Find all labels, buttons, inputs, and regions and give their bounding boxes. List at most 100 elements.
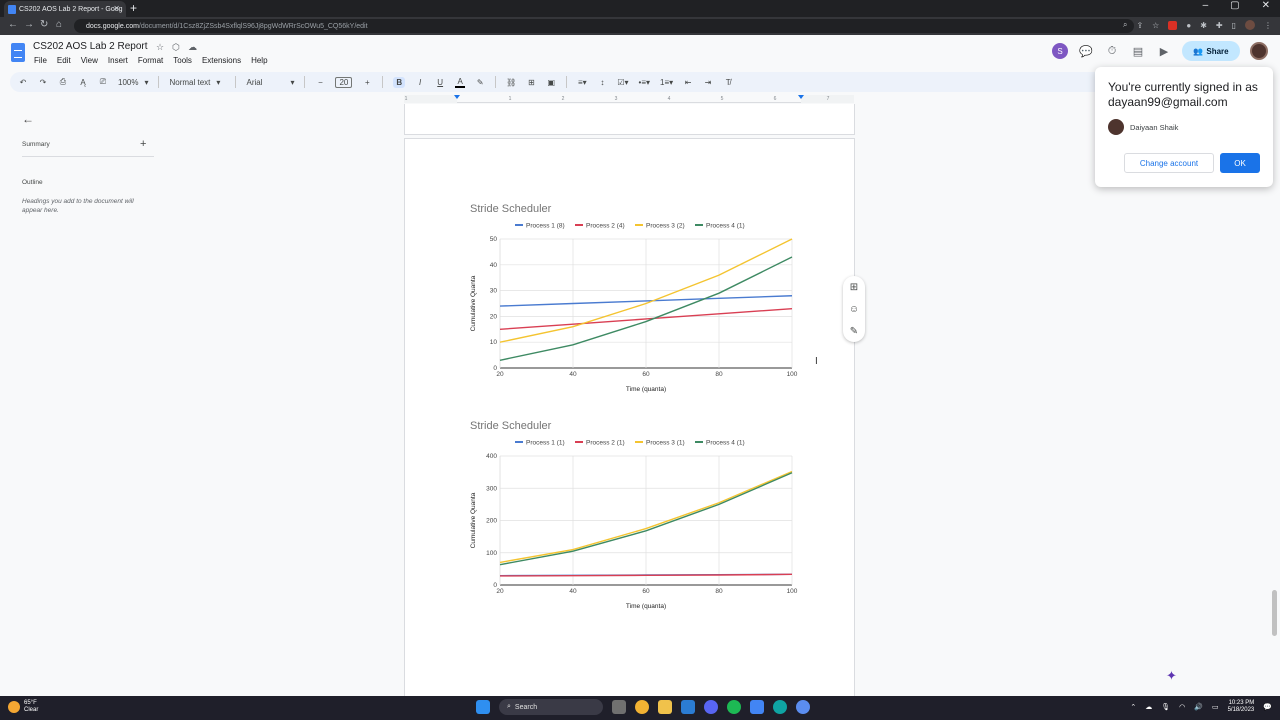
redo-icon[interactable]: ↷ <box>38 78 48 87</box>
collaborator-avatar[interactable]: S <box>1052 43 1068 59</box>
profile-avatar-icon[interactable] <box>1245 20 1255 30</box>
google-docs-icon[interactable] <box>750 700 764 714</box>
move-folder-icon[interactable]: ⬡ <box>172 42 180 53</box>
onedrive-icon[interactable]: ☁ <box>1145 703 1152 711</box>
horizontal-ruler[interactable]: 1 1 2 3 4 5 6 7 <box>404 95 854 103</box>
extensions-puzzle-icon[interactable]: ✚ <box>1216 21 1223 30</box>
menu-view[interactable]: View <box>81 56 98 65</box>
volume-icon[interactable]: 🔊 <box>1194 703 1203 711</box>
zoom-icon[interactable]: ⌕ <box>1123 20 1127 30</box>
windows-start-icon[interactable] <box>476 700 490 714</box>
menu-file[interactable]: File <box>34 56 47 65</box>
stride-chart-1[interactable]: Stride Scheduler Process 1 (8) Process 2 (… <box>464 198 804 398</box>
docs-logo-icon[interactable] <box>11 43 25 62</box>
insert-image-icon[interactable]: ▣ <box>546 78 556 87</box>
menu-edit[interactable]: Edit <box>57 56 71 65</box>
checklist-icon[interactable]: ☑▾ <box>617 78 628 87</box>
spotify-icon[interactable] <box>727 700 741 714</box>
add-comment-icon[interactable]: ⊞ <box>526 78 536 87</box>
explore-icon[interactable]: ✦ <box>1166 668 1184 686</box>
vscode-icon[interactable] <box>681 700 695 714</box>
menu-help[interactable]: Help <box>251 56 267 65</box>
decrease-indent-icon[interactable]: ⇤ <box>683 78 693 87</box>
cloud-saved-icon[interactable]: ☁ <box>188 42 197 53</box>
browser-tab[interactable]: CS202 AOS Lab 2 Report - Goog ✕ <box>4 1 126 17</box>
close-window-icon[interactable]: ✕ <box>1262 0 1270 11</box>
version-history-icon[interactable]: ⏱ <box>1104 43 1120 59</box>
meet-video-icon[interactable]: ▶ <box>1156 43 1172 59</box>
change-account-button[interactable]: Change account <box>1124 153 1214 173</box>
scrollbar-thumb[interactable] <box>1272 590 1277 636</box>
taskbar-search[interactable]: ⌕ Search <box>499 699 603 715</box>
extension-circle-icon[interactable]: ● <box>1186 21 1191 30</box>
clear-formatting-icon[interactable]: T̸ <box>723 78 733 87</box>
italic-button[interactable]: I <box>415 78 425 87</box>
browser-menu-icon[interactable]: ⋮ <box>1264 21 1272 30</box>
address-bar[interactable]: docs.google.com/document/d/1Csz8ZjZSsb4S… <box>74 19 1134 33</box>
menu-tools[interactable]: Tools <box>173 56 192 65</box>
extension-gear-icon[interactable]: ✱ <box>1200 21 1207 30</box>
print-icon[interactable]: ⎙ <box>58 77 68 87</box>
minimize-icon[interactable]: – <box>1203 0 1209 11</box>
increase-indent-icon[interactable]: ⇥ <box>703 78 713 87</box>
menu-insert[interactable]: Insert <box>108 56 128 65</box>
add-comment-icon[interactable]: ⊞ <box>850 282 858 293</box>
style-select[interactable]: Normal text ▾ <box>169 78 225 87</box>
maximize-icon[interactable]: ▢ <box>1230 0 1239 11</box>
sidepanel-icon[interactable]: ▯ <box>1232 21 1236 30</box>
close-tab-icon[interactable]: ✕ <box>113 4 120 13</box>
undo-icon[interactable]: ↶ <box>18 78 28 87</box>
zoom-select[interactable]: 100% ▾ <box>118 78 148 87</box>
decrease-font-size-icon[interactable]: − <box>315 78 325 87</box>
back-icon[interactable]: ← <box>8 19 18 30</box>
discord-icon[interactable] <box>704 700 718 714</box>
home-icon[interactable]: ⌂ <box>56 19 62 30</box>
add-summary-icon[interactable]: + <box>140 138 146 150</box>
account-avatar[interactable] <box>1250 42 1268 60</box>
underline-button[interactable]: U <box>435 78 445 87</box>
highlight-icon[interactable]: ✎ <box>475 78 485 87</box>
menu-format[interactable]: Format <box>138 56 163 65</box>
forward-icon[interactable]: → <box>24 19 34 30</box>
notifications-icon[interactable]: 💬 <box>1263 703 1272 711</box>
app-icon[interactable] <box>796 700 810 714</box>
extension-red-icon[interactable] <box>1168 20 1178 30</box>
battery-icon[interactable]: ▭ <box>1212 703 1219 711</box>
stride-chart-2[interactable]: Stride Scheduler Process 1 (1) Process 2 (… <box>464 415 804 615</box>
wifi-icon[interactable]: ◠ <box>1179 703 1185 711</box>
align-icon[interactable]: ≡▾ <box>577 78 587 87</box>
document-title[interactable]: CS202 AOS Lab 2 Report <box>33 41 148 52</box>
line-spacing-icon[interactable]: ↕ <box>597 78 607 87</box>
ok-button[interactable]: OK <box>1220 153 1260 173</box>
weather-widget[interactable]: 65°F Clear <box>8 700 38 714</box>
comments-icon[interactable]: ▤ <box>1130 43 1146 59</box>
bookmark-star-icon[interactable]: ☆ <box>1152 21 1159 30</box>
chat-icon[interactable]: 💬 <box>1078 43 1094 59</box>
bulleted-list-icon[interactable]: •≡▾ <box>639 78 650 87</box>
new-tab-button[interactable]: + <box>130 1 137 15</box>
edge-icon[interactable] <box>773 700 787 714</box>
add-emoji-reaction-icon[interactable]: ☺ <box>849 304 859 315</box>
chevron-up-icon[interactable]: ⌃ <box>1130 703 1136 711</box>
microphone-icon[interactable]: 🎙 <box>1161 703 1170 711</box>
insert-link-icon[interactable]: ⛓ <box>506 78 516 87</box>
bold-button[interactable]: B <box>393 76 406 88</box>
star-icon[interactable]: ☆ <box>156 42 164 53</box>
suggest-edits-icon[interactable]: ✎ <box>850 326 858 337</box>
clock[interactable]: 10:23 PM 5/18/2023 <box>1228 700 1255 714</box>
numbered-list-icon[interactable]: 1≡▾ <box>660 78 673 87</box>
reload-icon[interactable]: ↻ <box>40 19 48 30</box>
task-view-icon[interactable] <box>612 700 626 714</box>
font-size-input[interactable]: 20 <box>335 76 353 88</box>
increase-font-size-icon[interactable]: + <box>362 78 372 87</box>
file-explorer-icon[interactable] <box>658 700 672 714</box>
paint-format-icon[interactable]: ⎚ <box>98 77 108 87</box>
spellcheck-icon[interactable]: Ą <box>78 78 88 87</box>
font-select[interactable]: Arial ▾ <box>246 78 294 87</box>
chrome-icon[interactable] <box>635 700 649 714</box>
share-page-icon[interactable]: ⇪ <box>1136 21 1143 30</box>
menu-extensions[interactable]: Extensions <box>202 56 241 65</box>
text-color-button[interactable]: A <box>455 77 466 88</box>
share-button[interactable]: 👥 Share <box>1182 41 1240 61</box>
close-outline-icon[interactable]: ← <box>22 112 34 126</box>
